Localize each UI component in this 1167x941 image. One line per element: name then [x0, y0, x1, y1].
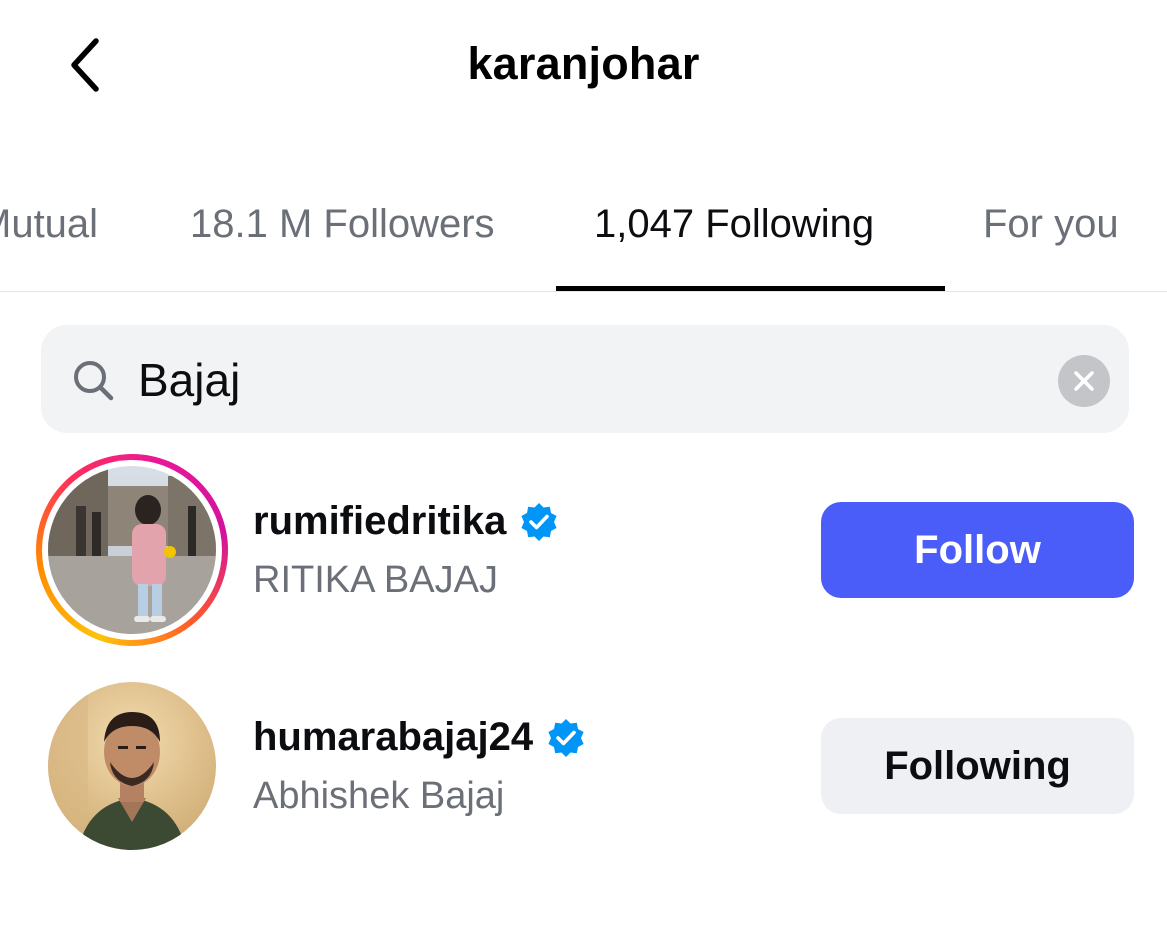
tabs-divider — [0, 291, 1167, 292]
tab-following[interactable]: 1,047 Following — [594, 202, 874, 247]
verified-badge-icon — [521, 502, 558, 541]
tab-for-you[interactable]: For you — [983, 202, 1119, 247]
search-input[interactable] — [138, 345, 1018, 415]
fullname-ritika-bajaj: RITIKA BAJAJ — [253, 559, 498, 601]
verified-badge-icon — [548, 718, 584, 757]
following-button[interactable]: Following — [821, 718, 1134, 814]
username-humarabajaj24[interactable]: humarabajaj24 — [253, 715, 587, 760]
follow-button[interactable]: Follow — [821, 502, 1134, 598]
following-list-screen: karanjohar Mutual 18.1 M Followers 1,047… — [0, 0, 1167, 941]
clear-search-button[interactable] — [1058, 355, 1110, 407]
username-rumifiedritika[interactable]: rumifiedritika — [253, 499, 560, 544]
clear-x-icon — [1074, 371, 1094, 391]
tab-mutual[interactable]: Mutual — [0, 202, 98, 247]
page-title: karanjohar — [467, 38, 700, 89]
avatar-photo — [48, 682, 216, 850]
avatar-photo — [48, 466, 216, 634]
fullname-abhishek-bajaj: Abhishek Bajaj — [253, 775, 505, 817]
tab-followers[interactable]: 18.1 M Followers — [190, 202, 495, 247]
avatar-rumifiedritika[interactable] — [48, 466, 216, 634]
magnifier-icon — [74, 361, 114, 401]
avatar-humarabajaj24[interactable] — [48, 682, 216, 850]
